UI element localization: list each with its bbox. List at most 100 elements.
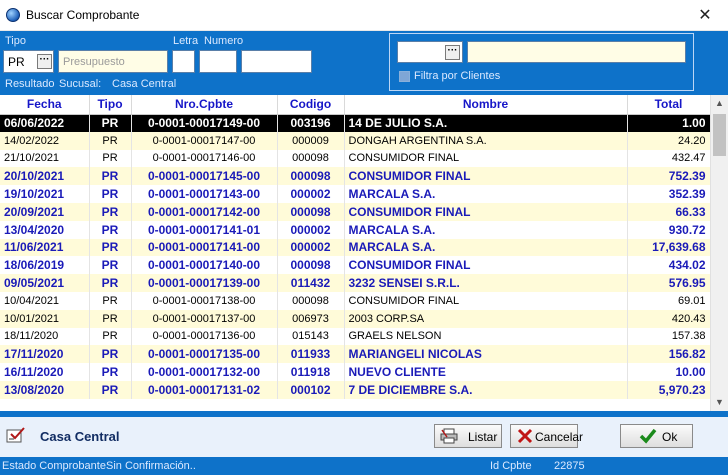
- table-row[interactable]: 21/10/2021 PR 0-0001-00017146-00 000098 CONS…: [0, 149, 710, 168]
- table-row[interactable]: 06/06/2022 PR 0-0001-00017149-00 003196 14 D…: [0, 114, 710, 132]
- numero-field[interactable]: [241, 50, 312, 73]
- table-row[interactable]: 18/06/2019 PR 0-0001-00017140-00 000098 CONS…: [0, 256, 710, 275]
- codigo-cell: 000002: [277, 238, 345, 257]
- tipo-cell: PR: [89, 274, 132, 292]
- globe-icon: [6, 8, 20, 22]
- ellipsis-icon: ···: [39, 54, 50, 65]
- fecha-cell: 10/01/2021: [0, 309, 90, 328]
- cancelar-label: Cancelar: [535, 430, 584, 444]
- table-row[interactable]: 19/10/2021 PR 0-0001-00017143-00 000002 MARC…: [0, 185, 710, 203]
- total-cell: 434.02: [627, 256, 710, 275]
- table-row[interactable]: 16/11/2020 PR 0-0001-00017132-00 011918 NUEV…: [0, 363, 710, 381]
- fecha-cell: 18/11/2020: [0, 327, 90, 346]
- table-row[interactable]: 09/05/2021 PR 0-0001-00017139-00 011432 3232…: [0, 274, 710, 292]
- tipo-cell: PR: [89, 238, 132, 257]
- tipo-cell: PR: [89, 185, 132, 203]
- letra-field[interactable]: [172, 50, 195, 73]
- nombre-cell: NUEVO CLIENTE: [344, 363, 628, 381]
- table-row[interactable]: 18/11/2020 PR 0-0001-00017136-00 015143 GRAE…: [0, 327, 710, 346]
- close-button[interactable]: ✕: [682, 0, 728, 31]
- filtra-checkbox[interactable]: [399, 71, 410, 82]
- numero-prefix-field[interactable]: [199, 50, 237, 73]
- fecha-cell: 14/02/2022: [0, 131, 90, 150]
- tipo-cell: PR: [89, 363, 132, 381]
- sucursal-label: Sucusal:: [59, 78, 102, 90]
- id-cpbte-label: Id Cpbte: [490, 460, 532, 472]
- listar-button[interactable]: Listar: [434, 424, 502, 448]
- nombre-cell: MARCALA S.A.: [344, 238, 628, 257]
- fecha-cell: 11/06/2021: [0, 238, 90, 257]
- table-row[interactable]: 11/06/2021 PR 0-0001-00017141-00 000002 MARC…: [0, 238, 710, 257]
- tipo-cell: PR: [89, 327, 132, 346]
- comprobantes-grid[interactable]: Fecha Tipo Nro.Cpbte Codigo Nombre Total…: [0, 95, 710, 411]
- cancelar-button[interactable]: Cancelar: [510, 424, 583, 448]
- table-row[interactable]: 20/09/2021 PR 0-0001-00017142-00 000098 CONS…: [0, 202, 710, 221]
- nombre-cell: 7 DE DICIEMBRE S.A.: [344, 380, 628, 399]
- column-header-total[interactable]: Total: [627, 95, 710, 115]
- column-header-codigo[interactable]: Codigo: [277, 95, 345, 115]
- title-bar: Buscar Comprobante ✕: [0, 0, 728, 31]
- listar-label: Listar: [468, 430, 498, 444]
- column-header-nombre[interactable]: Nombre: [344, 95, 628, 115]
- fecha-cell: 13/04/2020: [0, 220, 90, 239]
- tipo-label: Tipo: [5, 35, 26, 47]
- tipo-value: PR: [8, 55, 25, 69]
- client-filter-box: ··· Filtra por Clientes: [389, 33, 694, 91]
- column-header-fecha[interactable]: Fecha: [0, 95, 90, 115]
- codigo-cell: 000098: [277, 167, 345, 186]
- total-cell: 156.82: [627, 345, 710, 364]
- tipo-cell: PR: [89, 220, 132, 239]
- table-row[interactable]: 10/01/2021 PR 0-0001-00017137-00 006973 2003…: [0, 309, 710, 328]
- tipo-lookup-button[interactable]: ···: [37, 54, 52, 69]
- fecha-cell: 16/11/2020: [0, 363, 90, 381]
- nombre-cell: 3232 SENSEI S.R.L.: [344, 274, 628, 292]
- estado-label: Estado Comprobante: [2, 460, 106, 472]
- codigo-cell: 000098: [277, 202, 345, 221]
- fecha-cell: 19/10/2021: [0, 185, 90, 203]
- scroll-thumb[interactable]: [713, 114, 726, 156]
- nro-cpbte-cell: 0-0001-00017131-02: [131, 380, 278, 399]
- fecha-cell: 10/04/2021: [0, 291, 90, 310]
- nro-cpbte-cell: 0-0001-00017136-00: [131, 327, 278, 346]
- printer-icon: [440, 428, 458, 444]
- column-header-nro-cpbte[interactable]: Nro.Cpbte: [131, 95, 278, 115]
- column-header-tipo[interactable]: Tipo: [89, 95, 132, 115]
- nro-cpbte-cell: 0-0001-00017145-00: [131, 167, 278, 186]
- codigo-cell: 000002: [277, 220, 345, 239]
- tipo-cell: PR: [89, 291, 132, 310]
- table-row[interactable]: 13/08/2020 PR 0-0001-00017131-02 000102 7 DE…: [0, 380, 710, 399]
- scroll-up-icon[interactable]: ▲: [711, 95, 728, 112]
- branch-name: Casa Central: [40, 429, 120, 444]
- table-row[interactable]: 17/11/2020 PR 0-0001-00017135-00 011933 MARI…: [0, 345, 710, 364]
- total-cell: 1.00: [627, 114, 710, 132]
- nro-cpbte-cell: 0-0001-00017146-00: [131, 149, 278, 168]
- total-cell: 420.43: [627, 309, 710, 328]
- table-row[interactable]: 14/02/2022 PR 0-0001-00017147-00 000009 DONG…: [0, 131, 710, 150]
- codigo-cell: 011933: [277, 345, 345, 364]
- codigo-cell: 000098: [277, 291, 345, 310]
- client-code-field[interactable]: ···: [397, 41, 463, 63]
- tipo-field[interactable]: PR ···: [3, 50, 54, 73]
- table-row[interactable]: 13/04/2020 PR 0-0001-00017141-01 000002 MARC…: [0, 220, 710, 239]
- client-lookup-button[interactable]: ···: [445, 45, 460, 60]
- status-bar: Estado Comprobante Sin Confirmación.. Id…: [0, 457, 728, 475]
- client-name-field[interactable]: [467, 41, 686, 63]
- nombre-cell: CONSUMIDOR FINAL: [344, 167, 628, 186]
- nombre-cell: CONSUMIDOR FINAL: [344, 291, 628, 310]
- table-row[interactable]: 10/04/2021 PR 0-0001-00017138-00 000098 CONS…: [0, 291, 710, 310]
- tipo-cell: PR: [89, 149, 132, 168]
- table-row[interactable]: 20/10/2021 PR 0-0001-00017145-00 000098 CONS…: [0, 167, 710, 186]
- letra-label: Letra: [173, 35, 199, 47]
- scroll-down-icon[interactable]: ▼: [711, 394, 728, 411]
- nombre-cell: DONGAH ARGENTINA S.A.: [344, 131, 628, 150]
- header-row: Fecha Tipo Nro.Cpbte Codigo Nombre Total: [0, 95, 710, 115]
- total-cell: 432.47: [627, 149, 710, 168]
- ok-button[interactable]: Ok: [620, 424, 693, 448]
- checkmark-icon: [639, 428, 657, 444]
- tipo-description-field[interactable]: Presupuesto: [58, 50, 168, 73]
- fecha-cell: 13/08/2020: [0, 380, 90, 399]
- codigo-cell: 003196: [277, 114, 345, 132]
- vertical-scrollbar[interactable]: ▲ ▼: [710, 95, 728, 411]
- codigo-cell: 000009: [277, 131, 345, 150]
- comprobantes-table: Fecha Tipo Nro.Cpbte Codigo Nombre Total…: [0, 95, 710, 399]
